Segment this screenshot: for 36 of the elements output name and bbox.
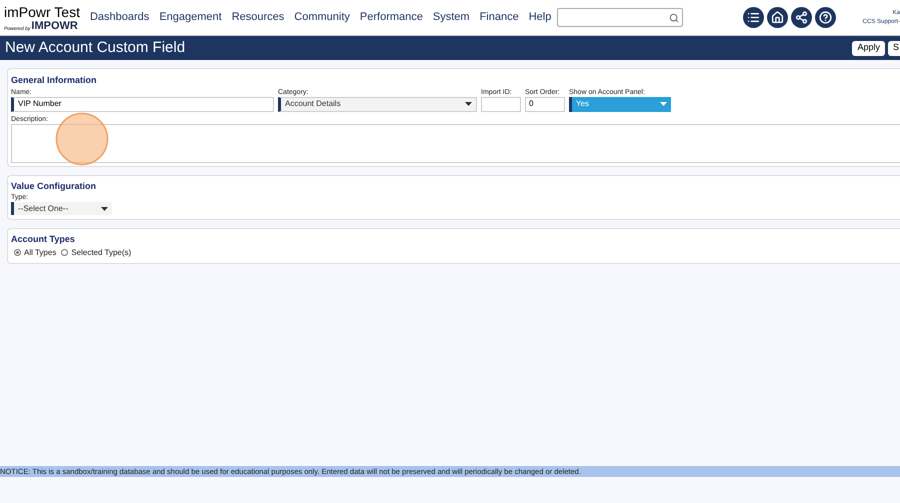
radio-label: Selected Type(s) — [71, 246, 132, 258]
nav-link[interactable]: Help — [528, 9, 552, 26]
nav-link[interactable]: System — [432, 9, 470, 26]
page-title: New Account Custom Field — [5, 38, 186, 58]
radio-label: All Types — [24, 246, 56, 258]
nav-link[interactable]: Dashboards — [90, 9, 150, 26]
search-icon — [669, 12, 680, 22]
caret-icon — [465, 102, 472, 106]
category-select[interactable]: Account Details — [278, 96, 477, 112]
help-icon[interactable] — [815, 7, 836, 28]
name-field[interactable]: VIP Number — [11, 96, 274, 112]
nav-link[interactable]: Resources — [232, 9, 284, 26]
brand-logo: IMPOWR — [31, 20, 78, 32]
list-icon[interactable] — [743, 7, 764, 28]
section-title: Value Configuration — [11, 180, 98, 193]
radio-button[interactable] — [14, 249, 21, 256]
section-title: Account Types — [11, 233, 76, 246]
nav-link[interactable]: Performance — [360, 9, 423, 26]
app-title: imPowr Test — [4, 4, 80, 20]
type-select[interactable]: --Select One-- — [11, 202, 112, 215]
action-button[interactable]: S — [888, 40, 900, 56]
caret-icon — [660, 102, 667, 106]
nav-link[interactable]: Community — [294, 9, 350, 26]
caret-icon — [101, 206, 108, 210]
home-icon[interactable] — [767, 7, 788, 28]
radio-button[interactable] — [61, 249, 68, 256]
sort-order-field[interactable]: 0 — [525, 96, 565, 112]
nav-link[interactable]: Finance — [480, 9, 519, 26]
action-button[interactable]: Apply — [852, 40, 885, 56]
share-icon[interactable] — [791, 7, 812, 28]
description-field[interactable] — [11, 124, 900, 162]
import-id-field[interactable] — [481, 96, 521, 112]
section-title: General Information — [11, 74, 98, 87]
click-indicator — [55, 112, 109, 166]
nav-link[interactable]: Engagement — [159, 9, 222, 26]
search-field[interactable] — [557, 8, 684, 27]
